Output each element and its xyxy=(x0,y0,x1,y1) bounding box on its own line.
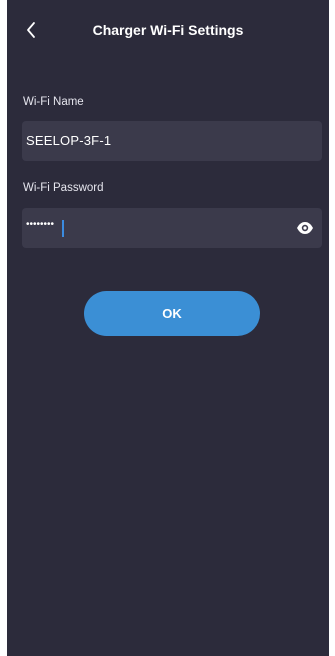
wifi-password-field[interactable]: •••••••• xyxy=(22,208,322,248)
wifi-name-value: SEELOP-3F-1 xyxy=(26,133,112,148)
wifi-name-label: Wi-Fi Name xyxy=(23,96,84,108)
ok-button[interactable]: OK xyxy=(84,291,260,336)
wifi-password-value: •••••••• xyxy=(26,219,55,230)
wifi-name-field[interactable]: SEELOP-3F-1 xyxy=(22,121,322,161)
eye-icon xyxy=(297,222,313,234)
show-password-button[interactable] xyxy=(296,220,314,236)
page-title: Charger Wi-Fi Settings xyxy=(92,22,244,38)
header: Charger Wi-Fi Settings xyxy=(7,0,329,64)
wifi-password-label: Wi-Fi Password xyxy=(23,182,104,194)
text-caret xyxy=(62,220,64,237)
wifi-settings-screen: Charger Wi-Fi Settings Wi-Fi Name SEELOP… xyxy=(7,0,329,656)
